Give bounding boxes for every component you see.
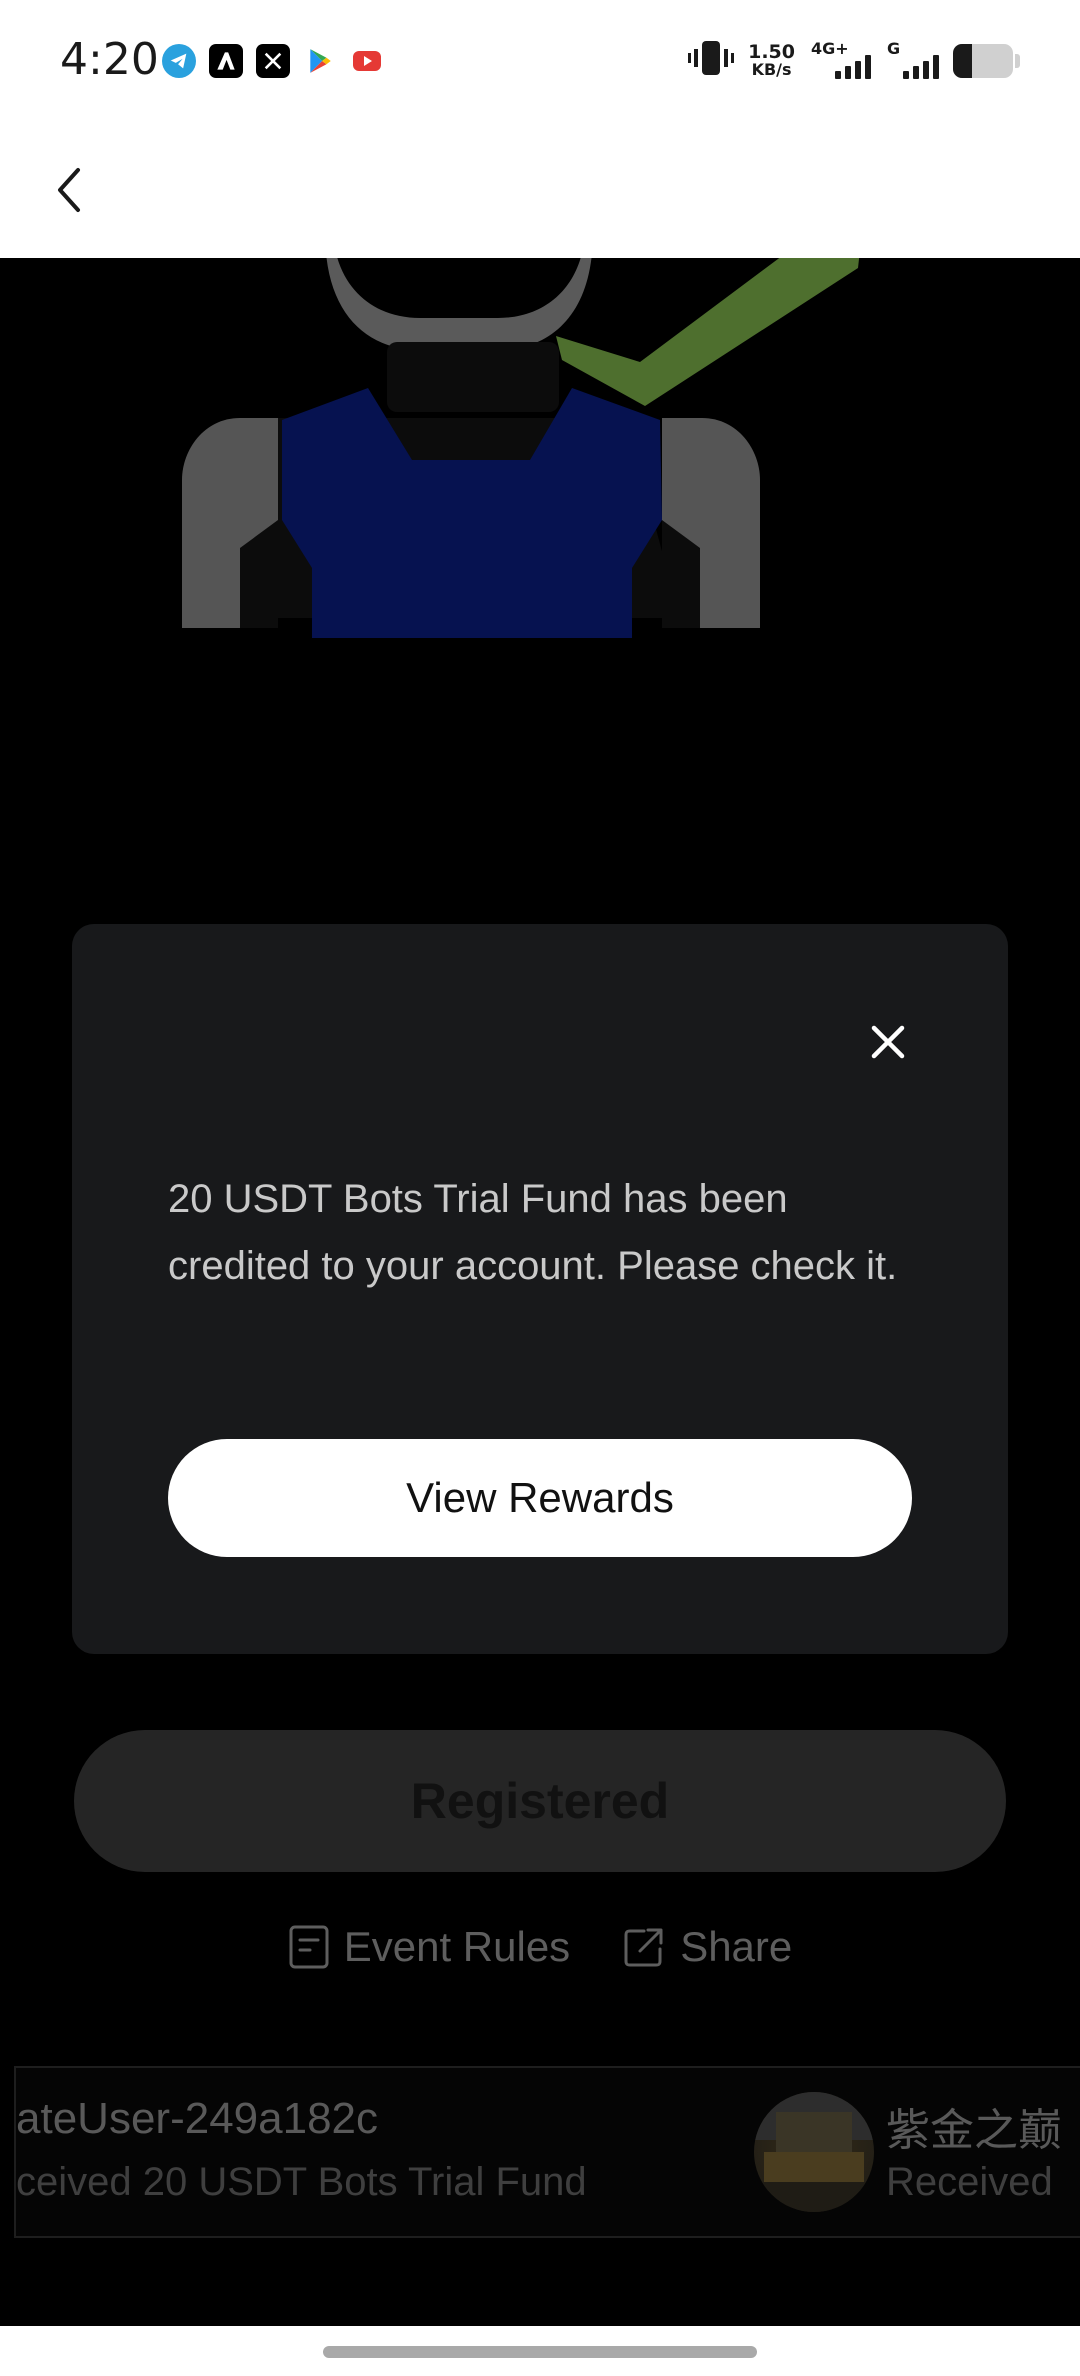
event-rules-label: Event Rules (343, 1923, 571, 1970)
app-icon (209, 44, 243, 78)
system-icons: 1.50 KB/s 4G+ G (688, 38, 1020, 83)
event-rules-link[interactable]: Event Rules (288, 1923, 570, 1971)
x-icon (256, 44, 290, 78)
share-icon (624, 1928, 663, 1967)
view-rewards-button[interactable]: View Rewards (168, 1439, 912, 1557)
network-speed-unit: KB/s (751, 60, 792, 79)
close-icon (871, 1025, 905, 1059)
signal-sim2: G (885, 39, 939, 83)
avatar (754, 2092, 874, 2212)
ticker-username: 紫金之巅 (886, 2106, 1062, 2155)
vibrate-icon (688, 38, 735, 83)
signal-icon-2 (903, 54, 939, 79)
navigation-bar (0, 2326, 1080, 2376)
ticker-description: Received (886, 2160, 1053, 2204)
telegram-icon (162, 44, 196, 78)
rewards-ticker: ateUser-249a182c ceived 20 USDT Bots Tri… (14, 2066, 1080, 2238)
robot-illustration (182, 258, 860, 638)
youtube-icon (350, 44, 384, 78)
home-indicator[interactable] (323, 2346, 757, 2358)
network-speed: 1.50 KB/s (748, 43, 795, 78)
notification-icons (162, 44, 384, 78)
ticker-username: ateUser-249a182c (16, 2094, 379, 2143)
battery-tip (1015, 53, 1020, 68)
status-bar: 4:20 1.50 KB/s 4G+ G (0, 0, 1080, 122)
registered-button[interactable]: Registered (74, 1730, 1006, 1872)
signal-sim1: 4G+ (809, 39, 871, 83)
signal-icon (835, 54, 871, 79)
action-links: Event Rules Share (0, 1923, 1080, 1971)
ticker-description: ceived 20 USDT Bots Trial Fund (16, 2160, 587, 2204)
modal-message: 20 USDT Bots Trial Fund has been credite… (168, 1177, 898, 1288)
app-bar (0, 122, 1080, 258)
play-store-icon (303, 44, 337, 78)
back-button[interactable] (36, 156, 104, 224)
share-label: Share (680, 1923, 793, 1970)
status-time: 4:20 (60, 34, 159, 85)
battery-icon (953, 43, 1013, 78)
battery-level (953, 43, 973, 78)
back-arrow-icon (58, 168, 80, 212)
share-link[interactable]: Share (622, 1923, 792, 1971)
close-button[interactable] (858, 1012, 918, 1072)
sim2-label: G (887, 38, 901, 58)
document-icon (289, 1925, 329, 1969)
